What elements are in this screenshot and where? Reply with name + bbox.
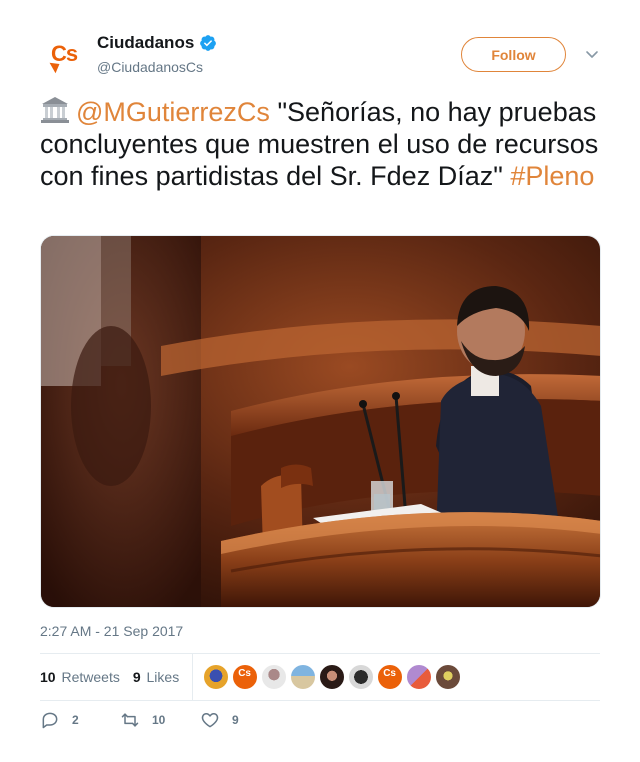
reply-icon[interactable] [40, 710, 60, 730]
liker-avatar[interactable] [290, 664, 317, 690]
classical-building-icon [41, 97, 69, 123]
author-handle[interactable]: @CiudadanosCs [97, 59, 217, 75]
mention-link[interactable]: @MGutierrezCs [76, 97, 270, 127]
liker-avatar[interactable]: Cs [232, 664, 259, 690]
tweet-header: Cs Ciudadanos @CiudadanosCs Follow [40, 30, 610, 80]
liker-avatar[interactable]: Cs [377, 664, 404, 690]
likes-label: Likes [146, 669, 180, 685]
parliament-speaker-photo [41, 236, 600, 607]
heart-icon[interactable] [200, 710, 220, 730]
tweet-text: @MGutierrezCs "Señorías, no hay pruebas … [40, 95, 605, 192]
like-count: 9 [232, 713, 239, 727]
liker-avatar[interactable] [348, 664, 375, 690]
hashtag-link[interactable]: #Pleno [510, 161, 594, 191]
retweet-icon[interactable] [120, 710, 140, 730]
retweets-label: Retweets [61, 669, 120, 685]
avatar[interactable]: Cs [40, 30, 88, 78]
author-names: Ciudadanos @CiudadanosCs [97, 33, 217, 75]
verified-badge-icon [200, 35, 217, 51]
retweet-count: 10 [152, 713, 166, 727]
liker-avatar[interactable] [406, 664, 433, 690]
liker-avatar[interactable] [319, 664, 346, 690]
tweet-timestamp[interactable]: 2:27 AM - 21 Sep 2017 [40, 623, 183, 639]
liker-avatar[interactable] [261, 664, 288, 690]
retweets-stat[interactable]: 10 Retweets [40, 669, 120, 685]
follow-button[interactable]: Follow [461, 37, 566, 72]
liker-avatar[interactable] [435, 664, 462, 690]
retweet-action[interactable]: 10 [120, 710, 200, 730]
liker-avatars: Cs Cs [203, 664, 462, 690]
display-name-row[interactable]: Ciudadanos [97, 33, 217, 53]
retweets-count: 10 [40, 669, 56, 685]
like-action[interactable]: 9 [200, 710, 280, 730]
likes-count: 9 [132, 669, 141, 685]
tweet-actions: 2 10 9 [40, 710, 280, 730]
likes-stat[interactable]: 9 Likes [133, 669, 179, 685]
chevron-down-icon[interactable] [584, 46, 600, 62]
stats-divider [192, 653, 194, 701]
reply-count: 2 [72, 713, 79, 727]
liker-avatar[interactable] [203, 664, 230, 690]
reply-action[interactable]: 2 [40, 710, 120, 730]
tweet-photo[interactable] [40, 235, 601, 608]
display-name[interactable]: Ciudadanos [97, 33, 194, 53]
engagement-stats: 10 Retweets 9 Likes Cs Cs [40, 653, 600, 701]
